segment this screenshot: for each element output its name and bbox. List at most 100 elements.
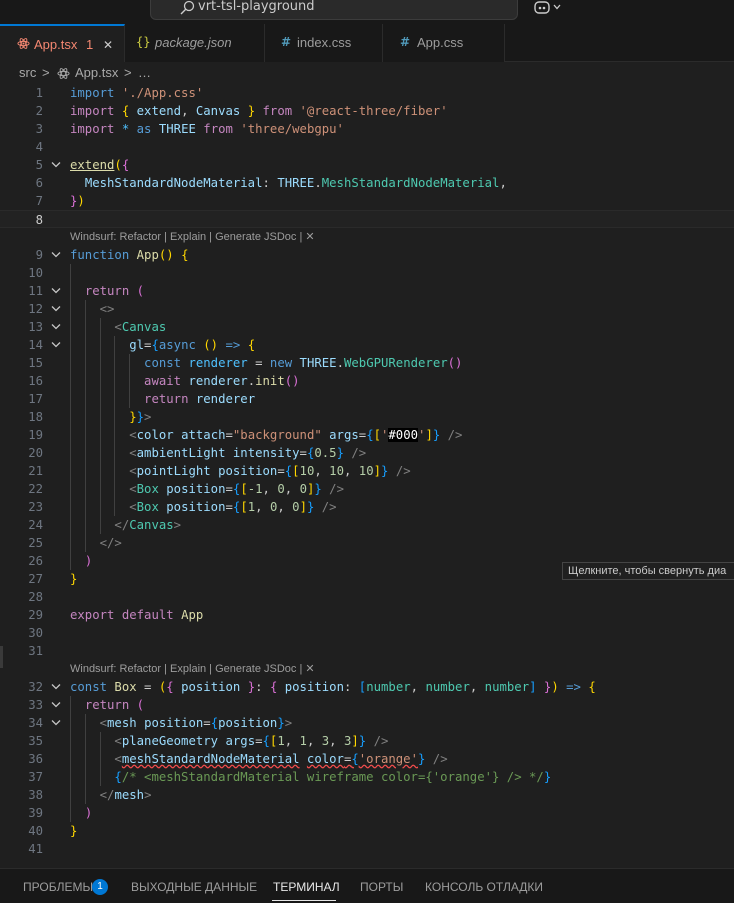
code-line[interactable]: 10 bbox=[0, 264, 734, 282]
code-line[interactable]: 9 function App() { bbox=[0, 246, 734, 264]
close-icon[interactable]: ✕ bbox=[103, 38, 113, 52]
code-text: ) bbox=[70, 552, 92, 570]
code-line[interactable]: 30 bbox=[0, 624, 734, 642]
code-token: const bbox=[70, 680, 115, 694]
fold-chevron-icon[interactable] bbox=[51, 161, 61, 169]
tab-ports[interactable]: ПОРТЫ bbox=[360, 880, 403, 894]
fold-chevron-icon[interactable] bbox=[51, 251, 61, 259]
code-line[interactable]: 6 MeshStandardNodeMaterial: THREE.MeshSt… bbox=[0, 174, 734, 192]
line-number: 11 bbox=[28, 284, 43, 298]
line-number: 15 bbox=[28, 356, 43, 370]
code-line[interactable]: 39 ) bbox=[0, 804, 734, 822]
code-token: meshStandardNodeMaterial bbox=[121, 752, 300, 766]
code-line[interactable]: 15 const renderer = new THREE.WebGPURend… bbox=[0, 354, 734, 372]
code-line[interactable]: 11 return ( bbox=[0, 282, 734, 300]
line-number: 38 bbox=[28, 788, 43, 802]
chevron-down-icon[interactable] bbox=[552, 2, 562, 12]
code-token: () bbox=[158, 248, 182, 262]
code-line[interactable]: 29 export default App bbox=[0, 606, 734, 624]
code-token: , bbox=[277, 500, 293, 514]
code-token: /* <meshStandardMaterial wireframe color… bbox=[121, 770, 544, 784]
fold-chevron-icon[interactable] bbox=[51, 305, 61, 313]
fold-chevron-icon[interactable] bbox=[51, 341, 61, 349]
code-token: renderer bbox=[195, 392, 256, 406]
code-line[interactable]: 35 <planeGeometry args={[1, 1, 3, 3]} /> bbox=[0, 732, 734, 750]
code-line[interactable]: 40} bbox=[0, 822, 734, 840]
code-line[interactable]: 33 return ( bbox=[0, 696, 734, 714]
code-line[interactable]: 25 </> bbox=[0, 534, 734, 552]
code-line[interactable]: 20 <ambientLight intensity={0.5} /> bbox=[0, 444, 734, 462]
tab-problems[interactable]: ПРОБЛЕМЫ bbox=[23, 880, 93, 894]
code-line[interactable]: 12 <> bbox=[0, 300, 734, 318]
fold-chevron-icon[interactable] bbox=[51, 701, 61, 709]
indent-guide bbox=[129, 354, 131, 408]
code-token: 0 bbox=[277, 482, 285, 496]
code-text: return ( bbox=[70, 696, 144, 714]
code-text: return renderer bbox=[70, 390, 255, 408]
code-text: extend({ bbox=[70, 156, 129, 174]
code-text: <> bbox=[70, 300, 115, 318]
code-line[interactable]: 8 bbox=[0, 210, 734, 228]
react-icon bbox=[17, 38, 30, 49]
code-line[interactable]: 22 <Box position={[-1, 0, 0]} /> bbox=[0, 480, 734, 498]
search-icon bbox=[180, 0, 195, 15]
breadcrumb-more[interactable]: … bbox=[138, 65, 151, 80]
code-line[interactable]: 34 <mesh position={position}> bbox=[0, 714, 734, 732]
tab-label: App.tsx bbox=[34, 37, 78, 52]
tab-terminal[interactable]: ТЕРМИНАЛ bbox=[273, 880, 340, 894]
codelens-actions[interactable]: Windsurf: Refactor | Explain | Generate … bbox=[70, 228, 315, 246]
code-line[interactable]: 7}) bbox=[0, 192, 734, 210]
code-line[interactable]: 5 extend({ bbox=[0, 156, 734, 174]
code-line[interactable]: 28 bbox=[0, 588, 734, 606]
code-line[interactable]: 13 <Canvas bbox=[0, 318, 734, 336]
code-line[interactable]: 36 <meshStandardNodeMaterial color={'ora… bbox=[0, 750, 734, 768]
indent-guide bbox=[84, 300, 86, 552]
tab-index-css[interactable]: # index.css bbox=[265, 24, 383, 62]
code-token: : bbox=[343, 680, 359, 694]
code-line[interactable]: 4 bbox=[0, 138, 734, 156]
tab-output[interactable]: ВЫХОДНЫЕ ДАННЫЕ bbox=[131, 880, 257, 894]
copilot-icon[interactable] bbox=[533, 0, 551, 16]
code-token: /> bbox=[343, 446, 367, 460]
code-line[interactable]: 16 await renderer.init() bbox=[0, 372, 734, 390]
code-token: renderer bbox=[188, 374, 248, 388]
code-text: <Box position={[-1, 0, 0]} /> bbox=[70, 480, 344, 498]
code-line[interactable]: 1 import './App.css' bbox=[0, 84, 734, 102]
code-line[interactable]: 32 const Box = ({ position }: { position:… bbox=[0, 678, 734, 696]
code-line[interactable]: 31 bbox=[0, 642, 734, 660]
tab-package-json[interactable]: {} package.json bbox=[125, 24, 265, 62]
code-line[interactable]: 41 bbox=[0, 840, 734, 858]
code-line[interactable]: 18 }}> bbox=[0, 408, 734, 426]
tab-app-css[interactable]: # App.css bbox=[383, 24, 505, 62]
code-token: 10 bbox=[299, 464, 315, 478]
fold-chevron-icon[interactable] bbox=[51, 287, 61, 295]
code-line[interactable]: 3 import * as THREE from 'three/webgpu' bbox=[0, 120, 734, 138]
tab-debug-console[interactable]: КОНСОЛЬ ОТЛАДКИ bbox=[425, 880, 543, 894]
fold-chevron-icon[interactable] bbox=[51, 323, 61, 331]
code-token: { bbox=[166, 680, 182, 694]
code-token: , bbox=[181, 104, 196, 118]
code-line[interactable]: 24 </Canvas> bbox=[0, 516, 734, 534]
fold-chevron-icon[interactable] bbox=[51, 719, 61, 727]
line-number: 20 bbox=[28, 446, 43, 460]
line-number: 28 bbox=[28, 590, 43, 604]
code-line[interactable]: 2 import { extend, Canvas } from '@react-… bbox=[0, 102, 734, 120]
code-token: { bbox=[210, 716, 219, 730]
breadcrumb-file[interactable]: App.tsx bbox=[75, 65, 118, 80]
codelens-actions[interactable]: Windsurf: Refactor | Explain | Generate … bbox=[70, 660, 315, 678]
code-token: = bbox=[225, 428, 233, 442]
code-line[interactable]: 37 {/* <meshStandardMaterial wireframe c… bbox=[0, 768, 734, 786]
tab-app-tsx[interactable]: App.tsx 1 ✕ bbox=[0, 24, 125, 62]
code-line[interactable]: 17 return renderer bbox=[0, 390, 734, 408]
code-token: = bbox=[255, 734, 263, 748]
code-line[interactable]: 19 <color attach="background" args={['#0… bbox=[0, 426, 734, 444]
breadcrumb-folder[interactable]: src bbox=[19, 65, 36, 80]
code-editor[interactable]: 1 import './App.css' 2 import { extend, Can… bbox=[0, 84, 734, 864]
code-line[interactable]: 21 <pointLight position={[10, 10, 10]} /… bbox=[0, 462, 734, 480]
fold-chevron-icon[interactable] bbox=[51, 683, 61, 691]
code-line[interactable]: 23 <Box position={[1, 0, 0]} /> bbox=[0, 498, 734, 516]
code-line[interactable]: 38 </mesh> bbox=[0, 786, 734, 804]
code-line[interactable]: 14 gl={async () => { bbox=[0, 336, 734, 354]
code-token: , bbox=[255, 500, 270, 514]
